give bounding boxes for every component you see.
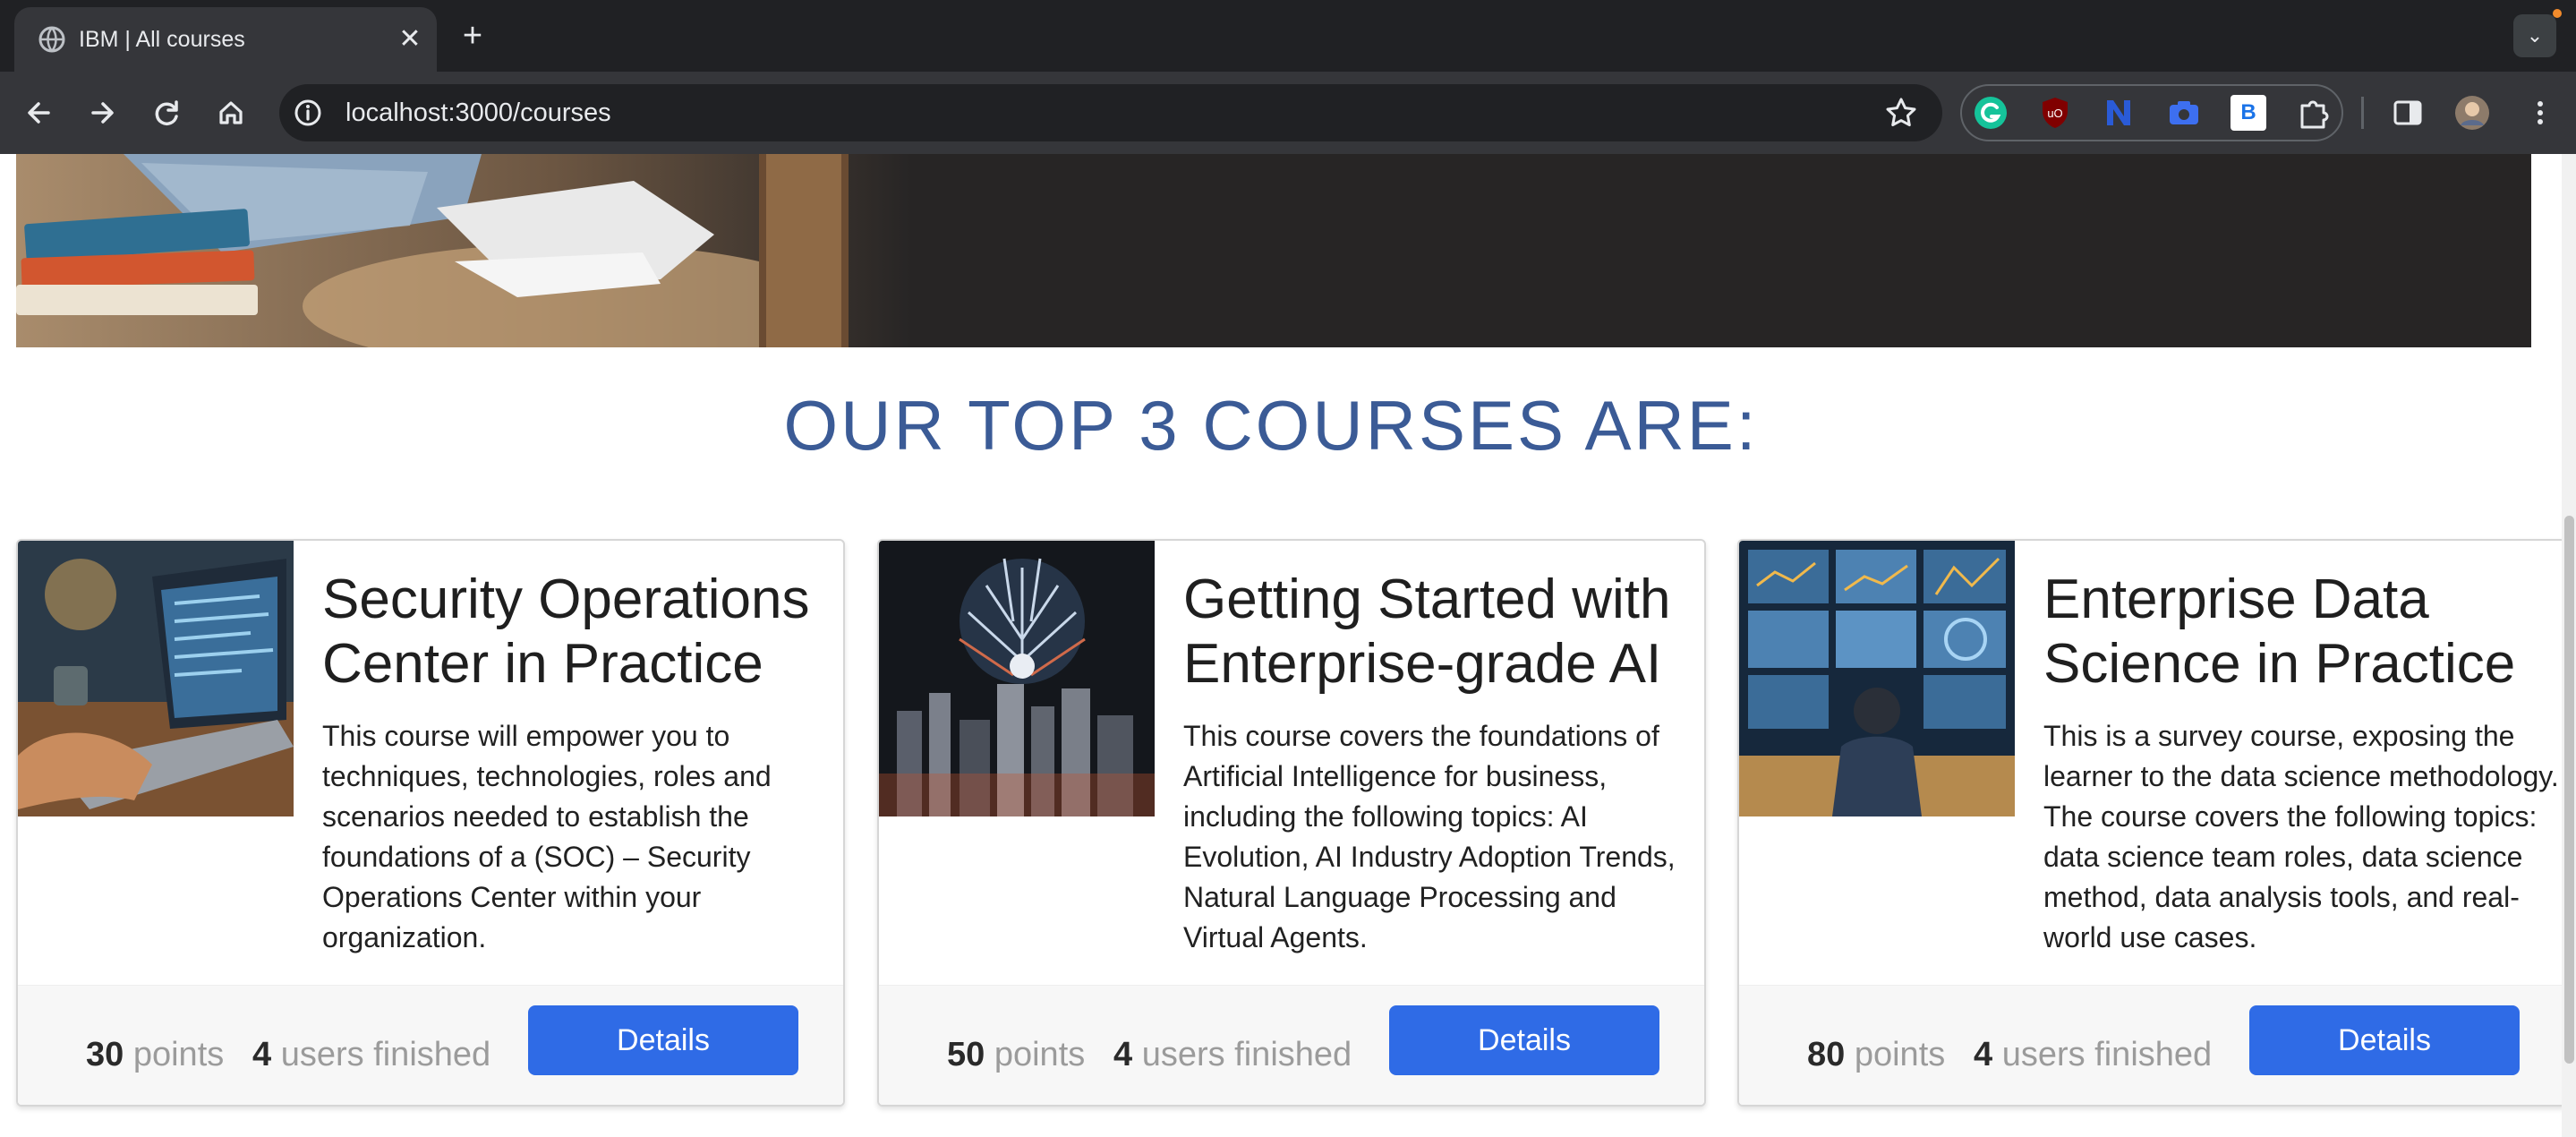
card-footer: 30 points 4 users finished Details: [18, 985, 843, 1105]
details-button[interactable]: Details: [2249, 1005, 2520, 1075]
forward-icon[interactable]: [79, 90, 125, 136]
home-icon[interactable]: [208, 90, 254, 136]
ublock-icon[interactable]: uO: [2037, 95, 2073, 131]
profile-avatar-icon[interactable]: [2454, 95, 2490, 131]
details-button[interactable]: Details: [528, 1005, 798, 1075]
tab-search-icon[interactable]: ⌄: [2513, 14, 2556, 57]
camera-icon[interactable]: [2166, 95, 2202, 131]
course-description: This is a survey course, exposing the le…: [2043, 720, 2559, 953]
finished-label: users finished: [1141, 1036, 1352, 1073]
finished-value: 4: [252, 1036, 272, 1073]
finished-stat: 4 users finished: [1113, 1032, 1352, 1077]
site-info-icon[interactable]: [288, 93, 328, 133]
tab-title: IBM | All courses: [79, 27, 245, 52]
scrollbar-thumb[interactable]: [2564, 516, 2574, 1064]
svg-text:uO: uO: [2047, 107, 2062, 120]
extension-b-icon[interactable]: B: [2231, 95, 2266, 131]
finished-stat: 4 users finished: [252, 1032, 490, 1077]
hero-banner: [16, 154, 2531, 347]
course-title[interactable]: Getting Started with Enterprise-grade AI: [1183, 568, 1685, 697]
bookmark-star-icon[interactable]: [1878, 90, 1924, 136]
points-label: points: [1854, 1036, 1946, 1073]
finished-stat: 4 users finished: [1974, 1032, 2212, 1077]
globe-icon: [38, 26, 65, 53]
course-description: This course will empower you to techniqu…: [322, 720, 772, 953]
browser-tab[interactable]: IBM | All courses ✕: [14, 7, 437, 72]
card-footer: 50 points 4 users finished Details: [879, 985, 1704, 1105]
toolbar-divider: [2361, 97, 2364, 129]
course-title[interactable]: Security Operations Center in Practice: [322, 568, 823, 697]
more-menu-icon[interactable]: [2522, 95, 2558, 131]
puzzle-icon[interactable]: [2295, 95, 2331, 131]
finished-label: users finished: [2001, 1036, 2213, 1073]
finished-label: users finished: [280, 1036, 491, 1073]
points-stat: 30 points: [86, 1032, 224, 1077]
close-tab-icon[interactable]: ✕: [390, 20, 430, 59]
course-card: Security Operations Center in Practice T…: [16, 539, 845, 1107]
back-icon[interactable]: [16, 90, 63, 136]
url-text[interactable]: localhost:3000/courses: [345, 84, 611, 141]
notification-dot: [2553, 9, 2562, 18]
extension-n-icon[interactable]: [2102, 95, 2137, 131]
side-panel-icon[interactable]: [2390, 95, 2426, 131]
points-value: 30: [86, 1036, 124, 1073]
course-title[interactable]: Enterprise Data Science in Practice: [2043, 568, 2545, 697]
course-image-ai-city: [879, 541, 1155, 816]
points-stat: 80 points: [1807, 1032, 1945, 1077]
extensions-group: [1960, 84, 2343, 141]
finished-value: 4: [1974, 1036, 1993, 1073]
card-footer: 80 points 4 users finished Details: [1739, 985, 2562, 1105]
points-value: 80: [1807, 1036, 1846, 1073]
points-label: points: [132, 1036, 225, 1073]
grammarly-icon[interactable]: [1973, 95, 2009, 131]
hero-image: [16, 154, 911, 347]
reload-icon[interactable]: [143, 90, 190, 136]
new-tab-icon[interactable]: +: [453, 16, 492, 56]
finished-value: 4: [1113, 1036, 1133, 1073]
points-label: points: [994, 1036, 1086, 1073]
points-value: 50: [947, 1036, 985, 1073]
course-card: Enterprise Data Science in Practice This…: [1737, 539, 2562, 1107]
course-description: This course covers the foundations of Ar…: [1183, 720, 1676, 953]
points-stat: 50 points: [947, 1032, 1085, 1077]
section-title: OUR TOP 3 COURSES ARE:: [783, 386, 1759, 465]
course-image-data-screens: [1739, 541, 2015, 816]
page-viewport: OUR TOP 3 COURSES ARE: Security Operatio…: [0, 154, 2562, 1137]
details-button[interactable]: Details: [1389, 1005, 1659, 1075]
course-image-laptop: [18, 541, 294, 816]
course-card: Getting Started with Enterprise-grade AI…: [877, 539, 1706, 1107]
